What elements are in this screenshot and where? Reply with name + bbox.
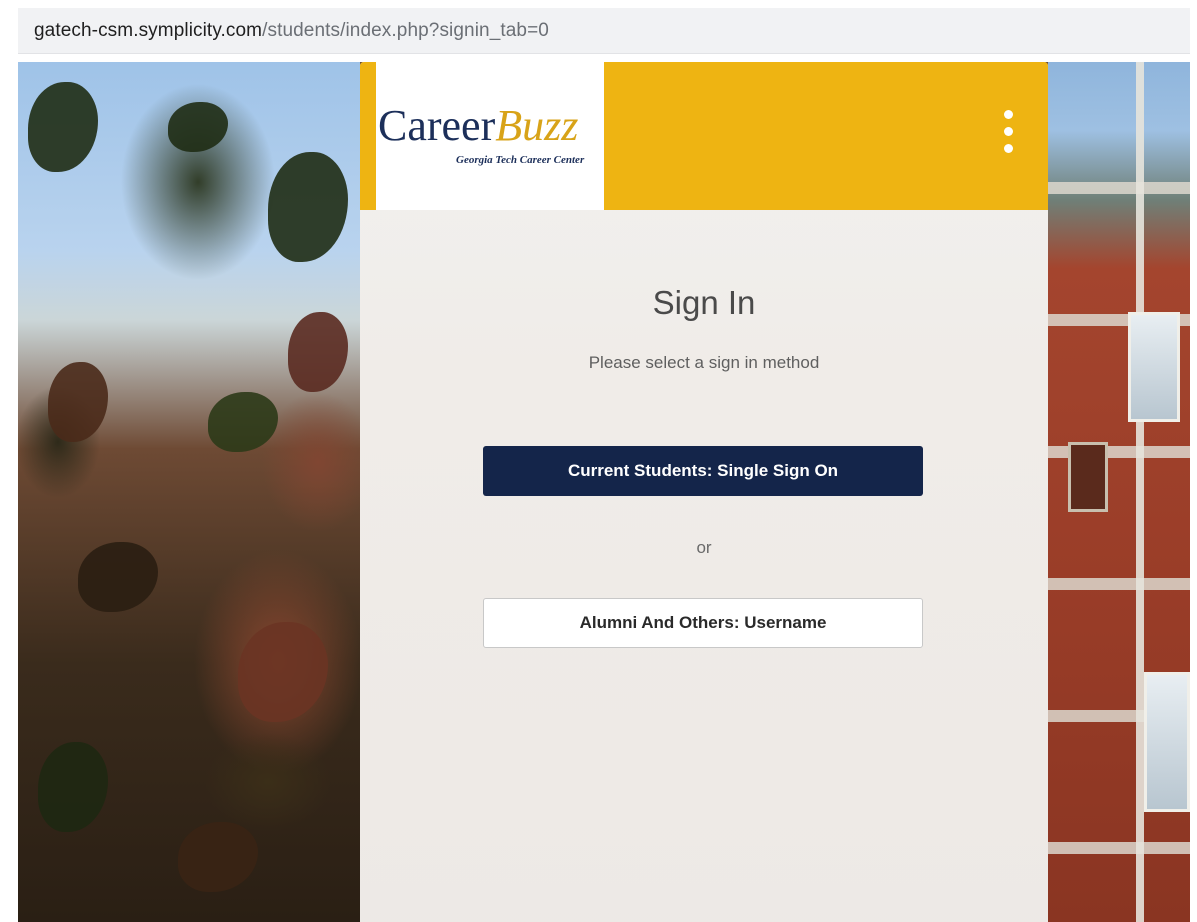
background-photo-right xyxy=(1048,62,1190,922)
logo-subtitle: Georgia Tech Career Center xyxy=(456,154,585,166)
single-sign-on-button[interactable]: Current Students: Single Sign On xyxy=(483,446,923,496)
kebab-menu-icon[interactable] xyxy=(996,108,1020,156)
page-background: CareerBuzz Georgia Tech Career Center Si… xyxy=(18,62,1190,922)
careerbuzz-logo[interactable]: CareerBuzz Georgia Tech Career Center xyxy=(376,62,604,210)
background-photo-left xyxy=(18,62,360,922)
page-title: Sign In xyxy=(652,284,756,321)
logo-career-text: Career xyxy=(378,101,496,150)
url-host: gatech-csm.symplicity.com xyxy=(34,19,263,41)
logo-wordmark: CareerBuzz xyxy=(378,104,578,148)
card-header: CareerBuzz Georgia Tech Career Center xyxy=(360,62,1048,210)
signin-instructions: Please select a sign in method xyxy=(588,353,820,372)
signin-card: CareerBuzz Georgia Tech Career Center Si… xyxy=(360,62,1048,922)
alumni-username-button[interactable]: Alumni And Others: Username xyxy=(483,598,923,648)
or-separator: or xyxy=(696,538,712,557)
url-path: /students/index.php?signin_tab=0 xyxy=(262,19,549,41)
logo-buzz-text: Buzz xyxy=(495,101,579,150)
address-bar[interactable]: gatech-csm.symplicity.com/students/index… xyxy=(18,8,1190,54)
